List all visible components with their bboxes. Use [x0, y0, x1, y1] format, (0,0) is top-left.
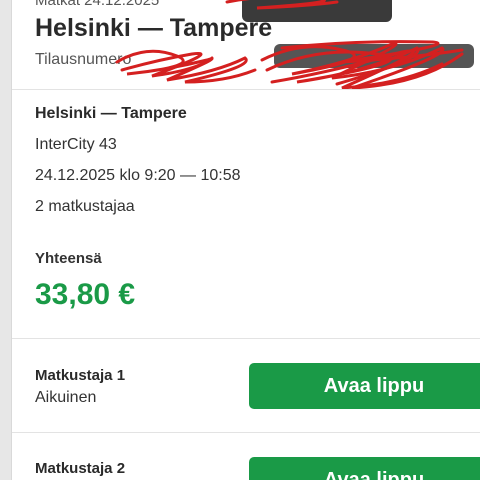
- passenger-1-type: Aikuinen: [35, 389, 97, 406]
- total-label: Yhteensä: [35, 250, 102, 267]
- booking-card: Matkat 24.12.2025 Helsinki — Tampere Til…: [11, 0, 480, 480]
- divider: [12, 338, 480, 339]
- passenger-2-name: Matkustaja 2: [35, 460, 126, 477]
- total-amount: 33,80 €: [35, 278, 136, 311]
- passenger-1-name: Matkustaja 1: [35, 367, 126, 384]
- redaction-scribble: [115, 0, 464, 90]
- divider: [12, 89, 480, 90]
- open-ticket-button-1[interactable]: Avaa lippu: [249, 363, 480, 409]
- trip-time: 24.12.2025 klo 9:20 — 10:58: [35, 167, 241, 184]
- divider: [12, 432, 480, 433]
- trip-train: InterCity 43: [35, 136, 117, 153]
- trip-route: Helsinki — Tampere: [35, 105, 187, 122]
- open-ticket-button-2[interactable]: Avaa lippu: [249, 457, 480, 480]
- trip-passenger-count: 2 matkustajaa: [35, 198, 135, 215]
